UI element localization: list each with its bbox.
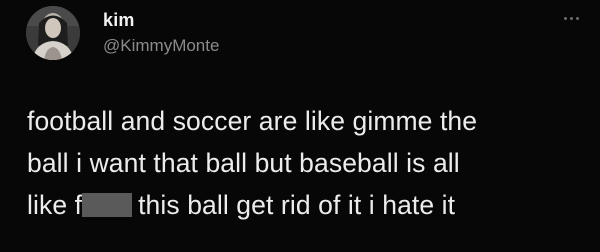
tweet-text-line: football and soccer are like gimme the <box>27 106 478 136</box>
tweet-text-line: ball i want that ball but baseball is al… <box>27 148 460 178</box>
tweet-card: kim @KimmyMonte football and soccer are … <box>0 0 600 252</box>
profile-photo-image <box>26 6 80 60</box>
more-horizontal-icon <box>563 16 567 20</box>
tweet-text-fragment: this ball get rid of it i hate it <box>138 190 456 220</box>
author-name[interactable]: kim <box>103 10 135 31</box>
author-handle[interactable]: @KimmyMonte <box>103 36 219 56</box>
more-options-button[interactable] <box>556 6 586 30</box>
more-horizontal-icon <box>575 16 579 20</box>
avatar[interactable] <box>26 6 80 60</box>
more-horizontal-icon <box>569 16 573 20</box>
censor-box <box>82 193 133 217</box>
tweet-text: football and soccer are like gimme the b… <box>27 100 587 226</box>
tweet-text-fragment: like f <box>27 190 83 220</box>
tweet-text-line: like f this ball get rid of it i hate it <box>27 184 587 226</box>
